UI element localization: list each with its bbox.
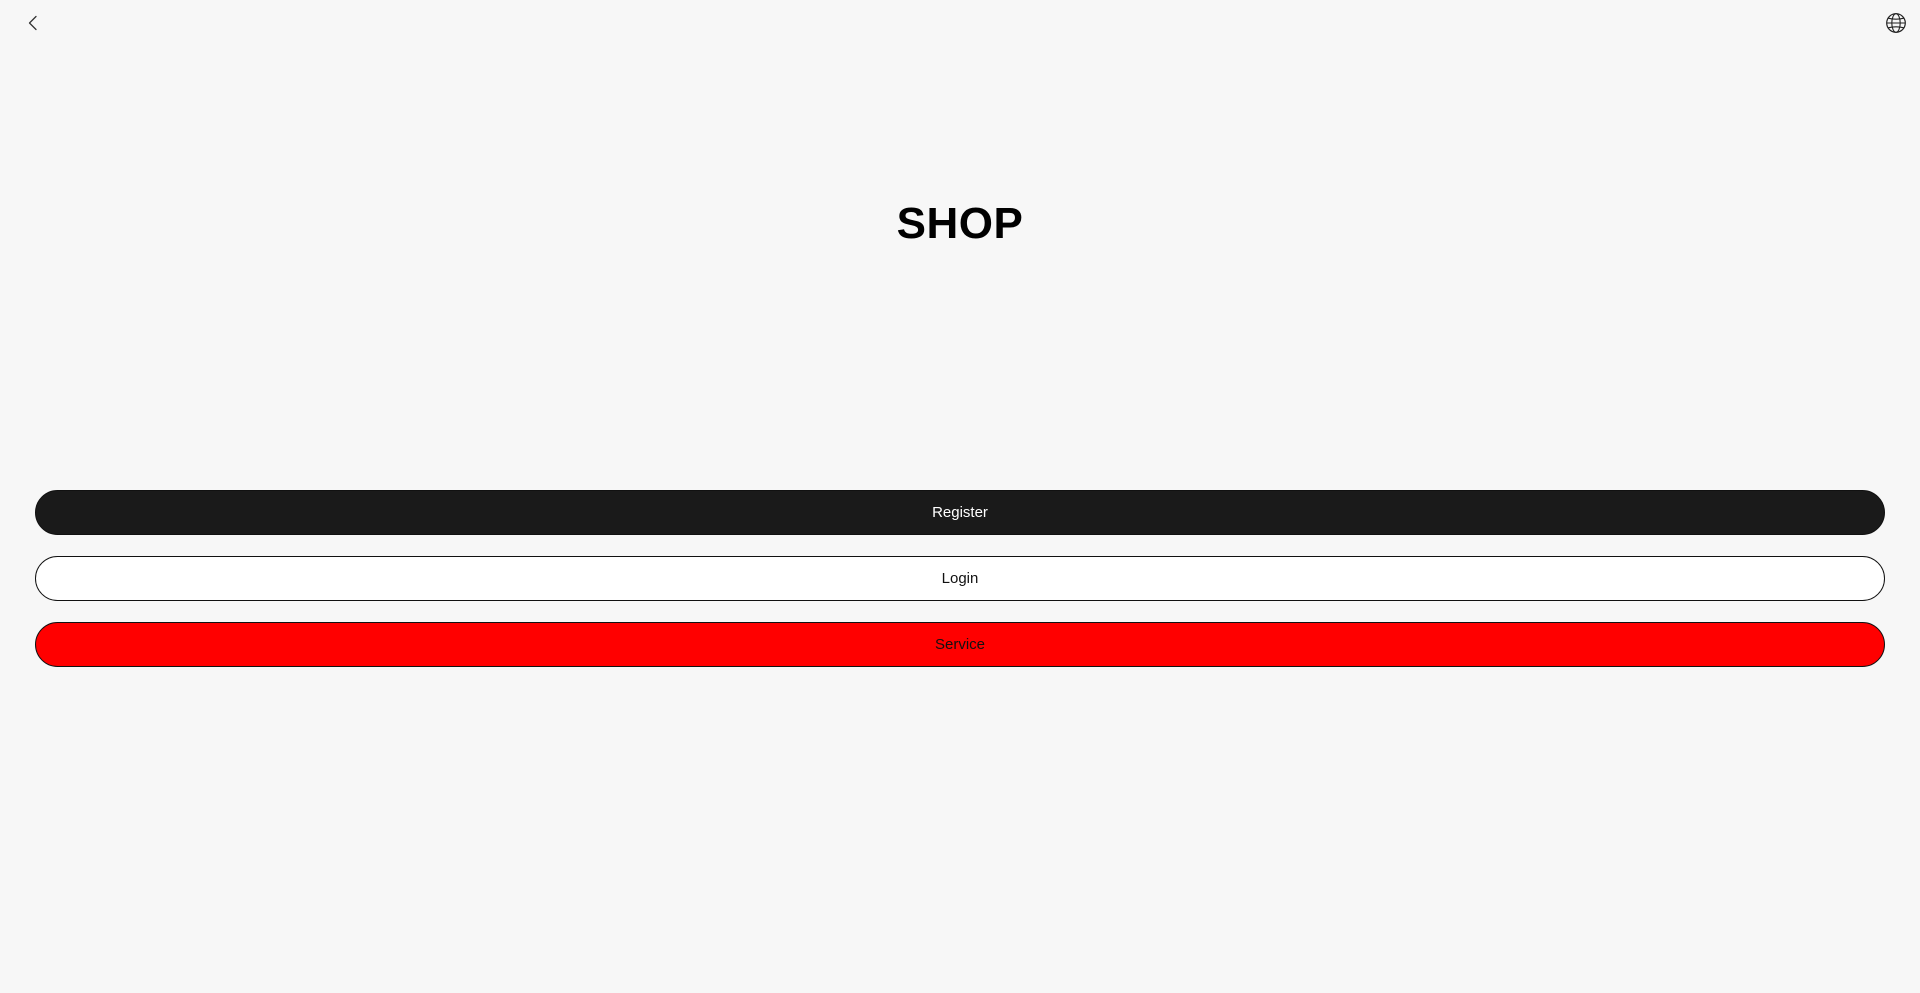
service-button[interactable]: Service [35, 622, 1885, 667]
back-button[interactable] [20, 12, 46, 34]
login-button-label: Login [941, 570, 979, 587]
service-button-label: Service [934, 636, 986, 653]
language-button[interactable] [1884, 11, 1908, 35]
register-button-label: Register [932, 504, 988, 521]
page-title: SHOP [896, 199, 1024, 248]
auth-actions: Register Login Service [35, 490, 1885, 688]
register-button[interactable]: Register [35, 490, 1885, 535]
globe-icon [1885, 12, 1907, 34]
chevron-left-icon [27, 15, 39, 31]
login-button[interactable]: Login [35, 556, 1885, 601]
